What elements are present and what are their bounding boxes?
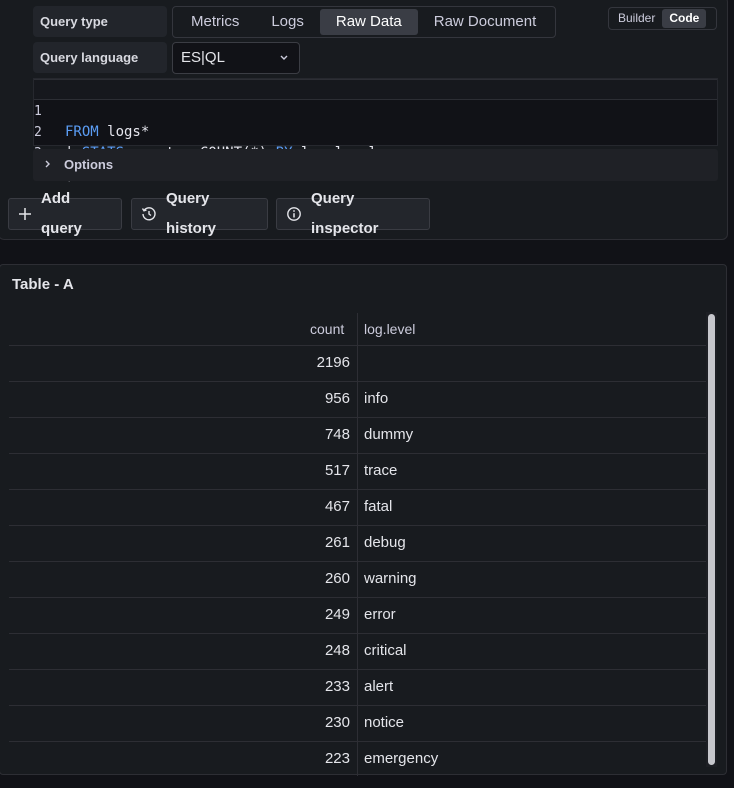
- row-divider: [9, 489, 706, 490]
- log-level-cell: emergency: [364, 750, 439, 767]
- log-level-cell: alert: [364, 678, 394, 695]
- code-line-1: 1 FROM logs*: [34, 79, 717, 140]
- table-panel: Table - A count log.level: [0, 264, 727, 775]
- options-label: Options: [64, 157, 114, 172]
- row-divider: [9, 741, 706, 742]
- count-cell: 230: [324, 714, 350, 731]
- log-level-cell: error: [364, 606, 396, 623]
- query-type-metrics[interactable]: Metrics: [175, 9, 255, 35]
- scrollbar-thumb[interactable]: [708, 314, 715, 765]
- log-level-cell: dummy: [364, 426, 414, 443]
- query-history-button[interactable]: Query history: [131, 190, 268, 237]
- count-cell: 249: [324, 606, 350, 623]
- log-level-cell: notice: [364, 714, 405, 731]
- column-divider: [357, 313, 358, 776]
- log-level-cell: trace: [364, 462, 398, 479]
- column-header-log-level[interactable]: log.level: [364, 321, 415, 337]
- query-language-select[interactable]: ES|QL: [172, 42, 300, 74]
- count-cell: 517: [324, 462, 350, 479]
- column-header-count[interactable]: count: [310, 321, 344, 337]
- code-editor[interactable]: 1 FROM logs* 2 | STATS count = COUNT(*) …: [33, 78, 718, 182]
- query-type-raw-document[interactable]: Raw Document: [418, 9, 553, 35]
- row-divider: [9, 381, 706, 382]
- query-type-label: Query type: [33, 6, 167, 37]
- log-level-cell: critical: [364, 642, 407, 659]
- query-inspector-button[interactable]: Query inspector: [276, 190, 430, 237]
- code-mode-button[interactable]: Code: [662, 9, 707, 28]
- count-cell: 248: [324, 642, 350, 659]
- row-divider: [9, 705, 706, 706]
- count-cell: 261: [324, 534, 350, 551]
- add-query-button[interactable]: Add query: [8, 190, 122, 237]
- row-divider: [9, 561, 706, 562]
- code-line-2: 2 | STATS count = COUNT(*) BY log.level: [34, 101, 717, 161]
- history-icon: [141, 206, 157, 222]
- log-level-cell: info: [364, 390, 389, 407]
- table-scrollbar[interactable]: [706, 312, 717, 767]
- log-level-cell: warning: [364, 570, 417, 587]
- row-divider: [9, 417, 706, 418]
- row-divider: [9, 633, 706, 634]
- log-level-cell: fatal: [364, 498, 393, 515]
- panel-title: Table - A: [12, 276, 74, 293]
- count-cell: 2196: [316, 354, 350, 371]
- query-language-label: Query language: [33, 42, 167, 73]
- query-type-selector: Metrics Logs Raw Data Raw Document: [172, 6, 556, 38]
- builder-mode-button[interactable]: Builder: [611, 9, 662, 28]
- options-toggle[interactable]: Options: [33, 149, 718, 181]
- header-divider: [9, 345, 706, 346]
- count-cell: 956: [324, 390, 350, 407]
- query-type-raw-data[interactable]: Raw Data: [319, 9, 418, 35]
- query-type-logs[interactable]: Logs: [255, 9, 320, 35]
- row-divider: [9, 669, 706, 670]
- code-line-3: 3 | SORT count DESC: [34, 122, 717, 182]
- log-level-cell: debug: [364, 534, 406, 551]
- count-cell: 223: [324, 750, 350, 767]
- row-divider: [9, 453, 706, 454]
- query-language-value: ES|QL: [181, 49, 225, 66]
- editor-mode-toggle: Builder Code: [608, 7, 717, 30]
- plus-icon: [18, 207, 32, 221]
- query-inspector-label: Query inspector: [311, 190, 379, 237]
- query-history-label: Query history: [166, 190, 217, 237]
- count-cell: 467: [324, 498, 350, 515]
- add-query-label: Add query: [41, 190, 82, 237]
- row-divider: [9, 525, 706, 526]
- info-icon: [286, 206, 302, 222]
- count-cell: 748: [324, 426, 350, 443]
- row-divider: [9, 597, 706, 598]
- count-cell: 233: [324, 678, 350, 695]
- count-cell: 260: [324, 570, 350, 587]
